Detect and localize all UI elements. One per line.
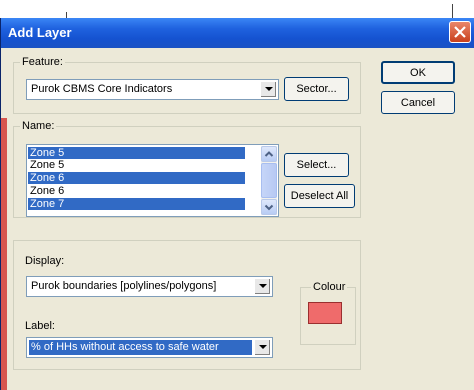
- dialog-title: Add Layer: [8, 25, 72, 40]
- feature-group: Feature: Purok CBMS Core Indicators Sect…: [13, 56, 361, 114]
- feature-value: Purok CBMS Core Indicators: [31, 83, 173, 95]
- chevron-down-icon: [264, 204, 274, 211]
- label-label: Label:: [25, 320, 55, 332]
- feature-dropdown[interactable]: Purok CBMS Core Indicators: [26, 79, 279, 100]
- chevron-down-icon: [259, 345, 267, 349]
- list-item[interactable]: Zone 7: [28, 198, 245, 210]
- title-bar[interactable]: Add Layer: [1, 18, 474, 48]
- background-window-edge: [1, 118, 7, 390]
- display-group: Display: Purok boundaries [polylines/pol…: [13, 240, 361, 370]
- select-button[interactable]: Select...: [284, 153, 349, 177]
- sector-button[interactable]: Sector...: [284, 77, 349, 101]
- display-label: Display:: [25, 255, 65, 267]
- name-listbox[interactable]: Zone 5 Zone 5 Zone 6 Zone 6 Zone 7: [26, 144, 279, 217]
- name-group: Name: Zone 5 Zone 5 Zone 6 Zone 6 Zone 7…: [13, 120, 361, 218]
- background-line: [452, 4, 453, 18]
- display-value: Purok boundaries [polylines/polygons]: [31, 280, 217, 292]
- list-scrollbar[interactable]: [261, 146, 277, 215]
- chevron-down-icon: [265, 87, 273, 91]
- display-dropdown[interactable]: Purok boundaries [polylines/polygons]: [26, 276, 273, 297]
- feature-legend: Feature:: [20, 56, 65, 68]
- list-item[interactable]: Zone 6: [28, 172, 245, 184]
- close-button[interactable]: [449, 21, 471, 43]
- list-item[interactable]: Zone 6: [28, 185, 245, 197]
- colour-swatch[interactable]: [308, 302, 342, 324]
- add-layer-dialog: Add Layer Feature: Purok CBMS Core Indic…: [0, 18, 474, 390]
- chevron-up-icon: [264, 151, 274, 157]
- scroll-up-button[interactable]: [261, 146, 277, 162]
- label-dropdown[interactable]: % of HHs without access to safe water: [26, 337, 273, 358]
- dropdown-arrow[interactable]: [254, 278, 271, 295]
- scroll-down-button[interactable]: [261, 199, 277, 215]
- chevron-down-icon: [259, 284, 267, 288]
- deselect-all-button[interactable]: Deselect All: [284, 184, 355, 208]
- cancel-button[interactable]: Cancel: [381, 91, 455, 114]
- label-value: % of HHs without access to safe water: [31, 341, 219, 353]
- dropdown-arrow[interactable]: [254, 339, 271, 356]
- name-legend: Name:: [20, 120, 57, 132]
- scroll-thumb[interactable]: [261, 163, 277, 198]
- close-icon: [454, 26, 466, 38]
- selected-highlight: % of HHs without access to safe water: [29, 340, 252, 355]
- list-item[interactable]: Zone 5: [28, 159, 245, 171]
- ok-button[interactable]: OK: [381, 61, 455, 84]
- dropdown-arrow[interactable]: [260, 81, 277, 98]
- list-item[interactable]: Zone 5: [28, 147, 245, 159]
- colour-group: Colour: [300, 281, 356, 345]
- colour-legend: Colour: [311, 281, 348, 293]
